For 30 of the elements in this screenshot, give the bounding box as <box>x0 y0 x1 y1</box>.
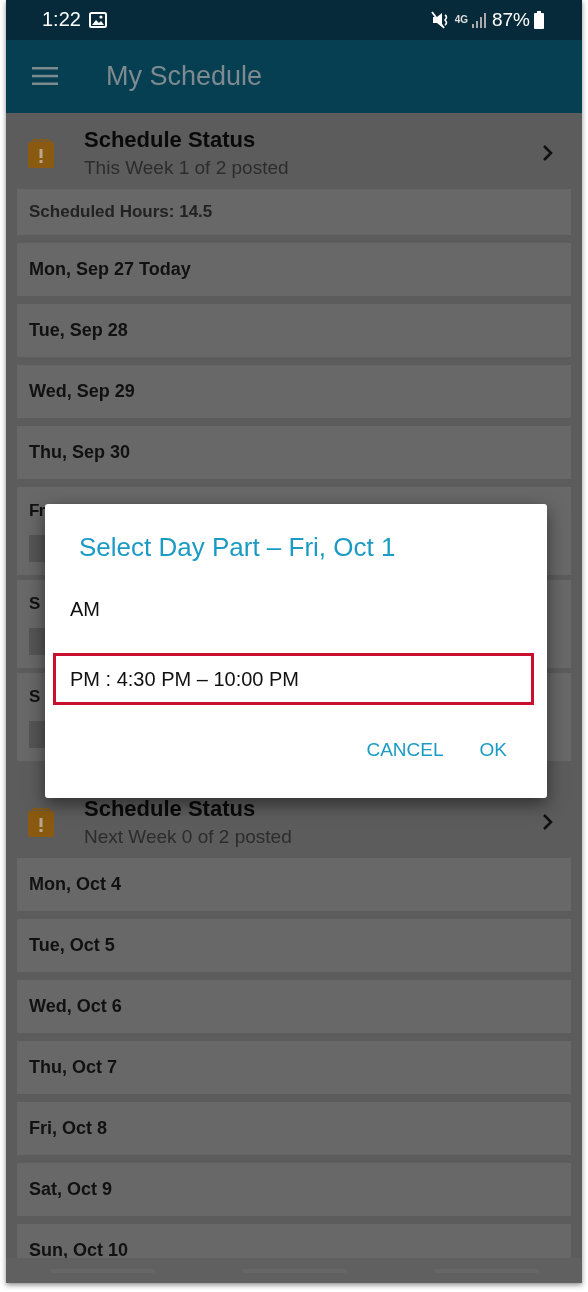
day-row[interactable]: Wed, Sep 29 <box>17 365 571 418</box>
day-row[interactable]: Sat, Oct 9 <box>17 1163 571 1216</box>
chevron-right-icon[interactable] <box>542 813 554 831</box>
schedule-status-title: Schedule Status <box>84 796 257 822</box>
day-row[interactable]: Sun, Oct 10 <box>17 1224 571 1258</box>
battery-percent: 87% <box>491 8 530 31</box>
network-type: 4G <box>454 14 468 26</box>
day-row[interactable]: Tue, Oct 5 <box>17 919 571 972</box>
calendar-alert-icon <box>28 138 54 168</box>
signal-icon <box>471 11 488 28</box>
image-icon <box>88 11 107 28</box>
day-part-option[interactable]: PM : 4:30 PM – 10:00 PM <box>53 653 534 705</box>
calendar-alert-icon <box>28 807 54 837</box>
day-row[interactable]: Mon, Sep 27 Today <box>17 243 571 296</box>
day-row[interactable]: Mon, Oct 4 <box>17 858 571 911</box>
day-row[interactable]: Wed, Oct 6 <box>17 980 571 1033</box>
scheduled-hours: Scheduled Hours: 14.5 <box>17 189 571 235</box>
dialog-title: Select Day Part – Fri, Oct 1 <box>79 532 397 563</box>
battery-icon <box>534 10 544 29</box>
menu-icon[interactable] <box>32 66 58 87</box>
dialog-button[interactable]: OK <box>469 733 517 767</box>
day-row[interactable]: Thu, Sep 30 <box>17 426 571 479</box>
schedule-status-title: Schedule Status <box>84 127 257 153</box>
day-row[interactable]: Fri, Oct 8 <box>17 1102 571 1155</box>
day-row[interactable]: Thu, Oct 7 <box>17 1041 571 1094</box>
app-title: My Schedule <box>106 60 263 92</box>
chevron-right-icon[interactable] <box>542 144 554 162</box>
status-time: 1:22 <box>42 8 81 32</box>
day-row[interactable]: Tue, Sep 28 <box>17 304 571 357</box>
dialog-button[interactable]: CANCEL <box>356 733 454 767</box>
